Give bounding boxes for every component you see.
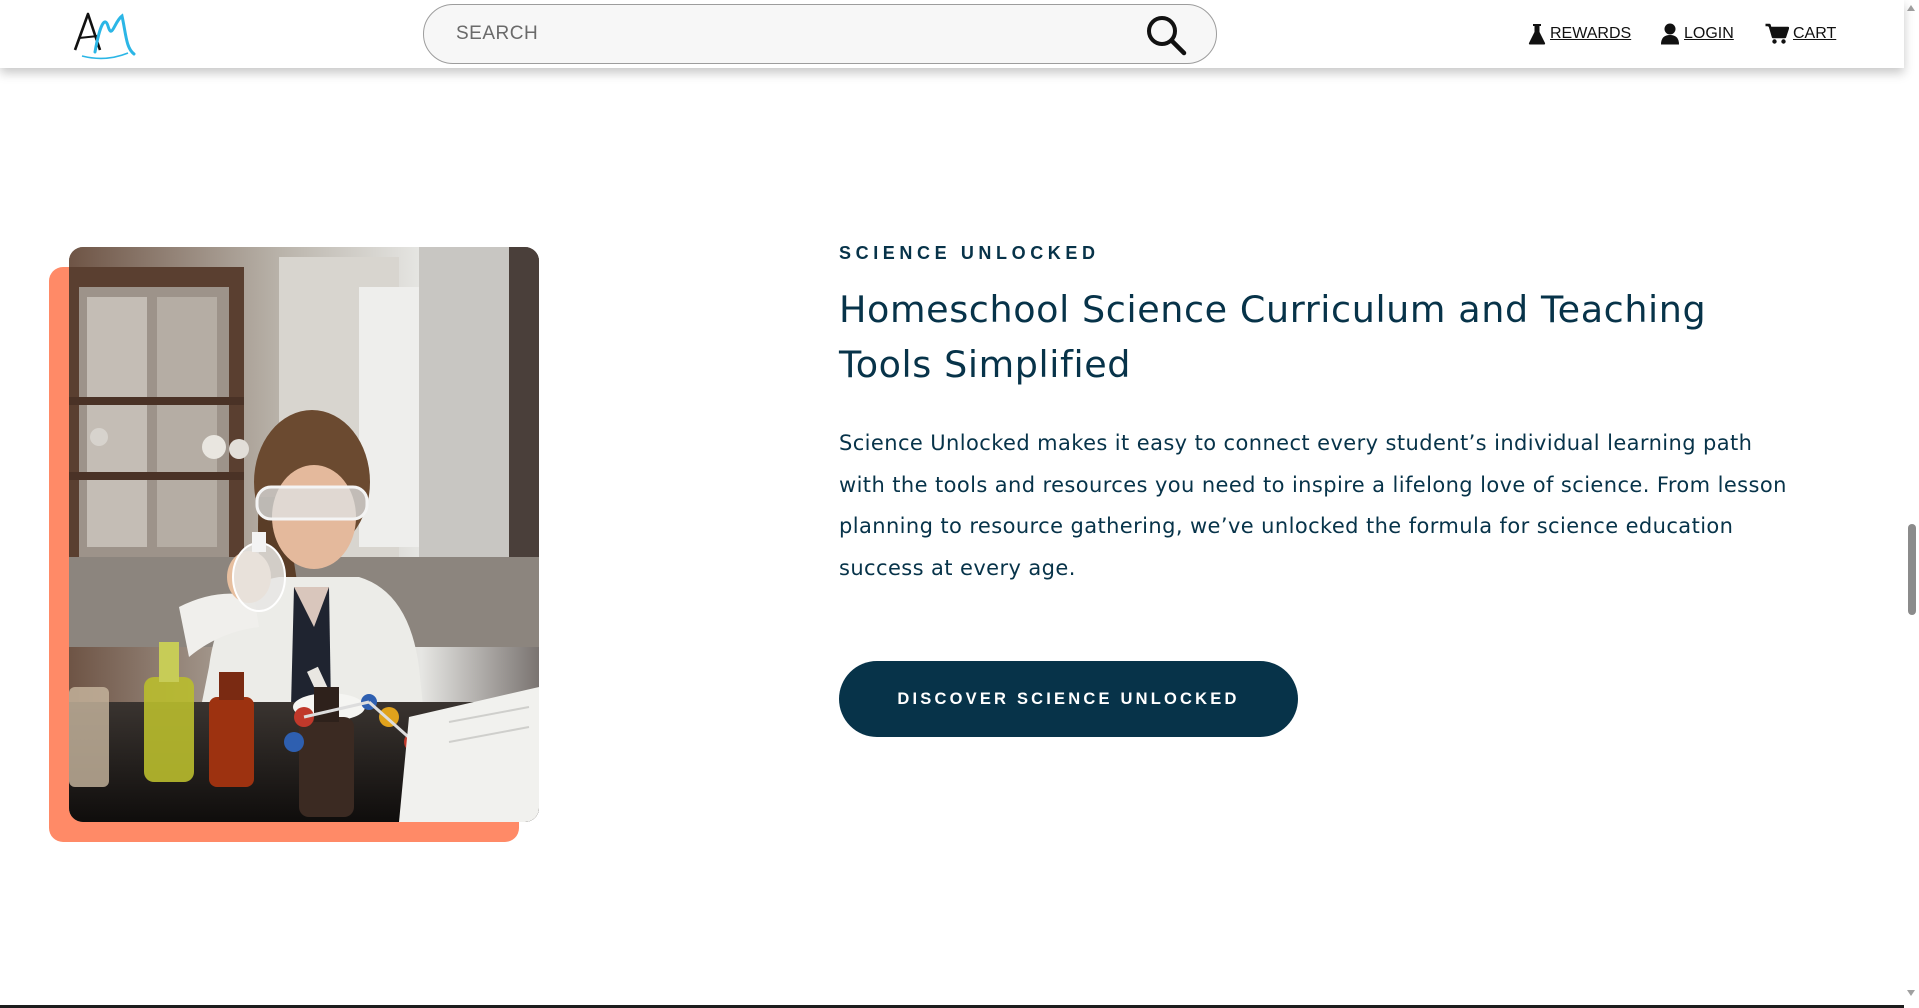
flask-icon (1528, 24, 1546, 45)
search-bar (423, 4, 1217, 64)
page: REWARDS LOGIN CART (0, 0, 1919, 1008)
section-eyebrow: SCIENCE UNLOCKED (839, 243, 1100, 263)
scroll-up-arrow-icon[interactable] (1907, 5, 1915, 11)
nav-cart[interactable]: CART (1765, 20, 1836, 48)
search-button[interactable] (1144, 13, 1188, 57)
nav-login-label: LOGIN (1684, 25, 1734, 42)
cart-icon (1765, 23, 1789, 44)
hero-photo (69, 247, 539, 822)
nav-login[interactable]: LOGIN (1660, 20, 1734, 48)
page-scrollbar[interactable] (1904, 0, 1919, 1008)
nav-rewards-label: REWARDS (1550, 25, 1632, 42)
user-icon (1661, 23, 1679, 45)
nav-rewards[interactable]: REWARDS (1528, 20, 1631, 48)
section-headline: Homeschool Science Curriculum and Teachi… (839, 288, 1707, 386)
search-icon (1147, 16, 1187, 56)
scroll-down-arrow-icon[interactable] (1907, 990, 1915, 996)
logo[interactable] (70, 4, 140, 62)
search-input[interactable] (456, 5, 1136, 62)
section-body: Science Unlocked makes it easy to connec… (839, 431, 1787, 580)
girl-in-lab-illustration (69, 247, 539, 822)
am-logo-mark (73, 12, 136, 60)
scroll-thumb[interactable] (1908, 524, 1916, 615)
site-header: REWARDS LOGIN CART (0, 0, 1904, 68)
discover-science-unlocked-button[interactable]: DISCOVER SCIENCE UNLOCKED (839, 661, 1298, 737)
nav-cart-label: CART (1793, 25, 1837, 42)
